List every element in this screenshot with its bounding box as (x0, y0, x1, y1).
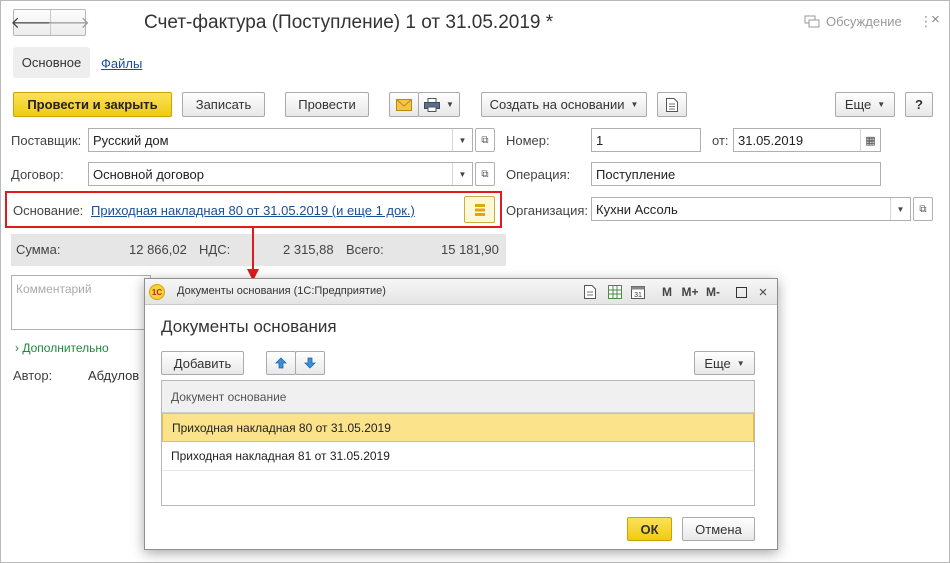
calendar-icon[interactable]: 31 (630, 283, 646, 301)
memory-minus-icon[interactable]: M- (704, 283, 722, 301)
printer-icon (424, 97, 441, 112)
author-label: Автор: (13, 368, 53, 383)
contract-label: Договор: (11, 167, 64, 182)
dialog-more-button[interactable]: Еще ▼ (694, 351, 755, 375)
list-icon (474, 203, 485, 216)
page-title: Счет-фактура (Поступление) 1 от 31.05.20… (144, 12, 554, 33)
operation-label: Операция: (506, 167, 571, 182)
basis-label: Основание: (13, 203, 84, 218)
memory-plus-icon[interactable]: M+ (681, 283, 699, 301)
total-value: 15 181,90 (441, 242, 499, 257)
basis-link[interactable]: Приходная накладная 80 от 31.05.2019 (и … (91, 203, 415, 218)
create-based-on-button[interactable]: Создать на основании ▼ (481, 92, 647, 117)
dialog-titlebar: 1С Документы основания (1С:Предприятие) … (145, 279, 777, 305)
chevron-down-icon: ▼ (446, 100, 454, 109)
more-button[interactable]: Еще ▼ (835, 92, 895, 117)
spreadsheet-icon[interactable] (607, 283, 623, 301)
supplier-field[interactable]: Русский дом ▼ (88, 128, 473, 152)
tab-main[interactable]: Основное (13, 47, 90, 78)
contract-value: Основной договор (93, 166, 204, 182)
back-arrow-icon[interactable]: 🡐 (11, 10, 54, 35)
basis-documents-dialog: 1С Документы основания (1С:Предприятие) … (144, 278, 778, 550)
sum-label: Сумма: (16, 242, 61, 257)
basis-list-button[interactable] (464, 196, 495, 223)
main-window: 🡐 🡒 Счет-фактура (Поступление) 1 от 31.0… (0, 0, 950, 563)
number-field[interactable]: 1 (591, 128, 701, 152)
cancel-button[interactable]: Отмена (682, 517, 755, 541)
table-row[interactable]: Приходная накладная 81 от 31.05.2019 (162, 442, 754, 471)
open-contract-icon[interactable]: ⧉ (475, 162, 495, 186)
dialog-more-label: Еще (704, 355, 731, 371)
comment-placeholder: Комментарий (16, 282, 92, 296)
organization-label: Организация: (506, 203, 589, 218)
close-icon[interactable]: × (756, 283, 770, 301)
supplier-label: Поставщик: (11, 133, 82, 148)
date-value: 31.05.2019 (738, 132, 804, 148)
save-button[interactable]: Записать (182, 92, 265, 117)
create-based-on-label: Создать на основании (489, 97, 625, 112)
organization-value: Кухни Ассоль (596, 201, 678, 217)
post-and-close-button[interactable]: Провести и закрыть (13, 92, 172, 117)
envelope-icon (396, 98, 412, 111)
arrow-down-icon (304, 357, 316, 369)
date-field[interactable]: 31.05.2019 ▦ (733, 128, 881, 152)
date-label: от: (712, 133, 729, 148)
total-label: Всего: (346, 242, 384, 257)
contract-field[interactable]: Основной договор ▼ (88, 162, 473, 186)
calendar-icon[interactable]: ▦ (860, 129, 880, 151)
open-supplier-icon[interactable]: ⧉ (475, 128, 495, 152)
dialog-window-title: Документы основания (1С:Предприятие) (177, 285, 386, 297)
additional-section-toggle[interactable]: › Дополнительно (15, 341, 109, 355)
discussion-label: Обсуждение (826, 14, 902, 29)
chat-icon (804, 15, 820, 27)
document-icon[interactable] (582, 283, 598, 301)
vat-value: 2 315,88 (283, 242, 334, 257)
arrow-up-icon (275, 357, 287, 369)
maximize-icon[interactable] (734, 283, 748, 301)
close-icon[interactable]: × (931, 11, 940, 28)
additional-label: Дополнительно (22, 341, 109, 355)
column-header[interactable]: Документ основание (162, 381, 754, 413)
chevron-down-icon: ▼ (877, 100, 886, 109)
move-down-button[interactable] (295, 351, 325, 375)
sum-value: 12 866,02 (129, 242, 187, 257)
svg-text:31: 31 (634, 292, 642, 299)
vat-label: НДС: (199, 242, 231, 257)
move-up-button[interactable] (266, 351, 296, 375)
more-label: Еще (844, 97, 872, 112)
basis-documents-table: Документ основание Приходная накладная 8… (161, 380, 755, 506)
dialog-heading: Документы основания (161, 317, 337, 336)
arrow-down-icon (247, 227, 259, 281)
number-value: 1 (596, 132, 604, 148)
post-button[interactable]: Провести (285, 92, 369, 117)
supplier-value: Русский дом (93, 132, 169, 148)
chevron-down-icon[interactable]: ▼ (452, 163, 472, 185)
chevron-right-icon: › (15, 341, 19, 355)
add-button[interactable]: Добавить (161, 351, 244, 375)
number-label: Номер: (506, 133, 550, 148)
email-button[interactable] (389, 92, 419, 117)
discussion-button[interactable]: Обсуждение (804, 14, 902, 29)
organization-field[interactable]: Кухни Ассоль ▼ (591, 197, 911, 221)
ok-button[interactable]: ОК (627, 517, 672, 541)
report-button[interactable] (657, 92, 687, 117)
open-organization-icon[interactable]: ⧉ (913, 197, 933, 221)
nav-buttons: 🡐 🡒 (11, 9, 90, 36)
chevron-down-icon[interactable]: ▼ (890, 198, 910, 220)
chevron-down-icon[interactable]: ▼ (452, 129, 472, 151)
print-button[interactable]: ▼ (418, 92, 460, 117)
comment-field[interactable]: Комментарий (11, 275, 151, 330)
memory-icon[interactable]: M (661, 283, 673, 301)
forward-arrow-icon[interactable]: 🡒 (47, 10, 90, 35)
operation-field: Поступление (591, 162, 881, 186)
chevron-down-icon: ▼ (736, 358, 745, 368)
help-button[interactable]: ? (905, 92, 933, 117)
table-row[interactable]: Приходная накладная 80 от 31.05.2019 (162, 413, 754, 442)
document-icon (666, 97, 678, 112)
1c-logo-icon: 1С (149, 284, 165, 300)
author-value: Абдулов (88, 368, 140, 383)
operation-value: Поступление (596, 166, 676, 182)
tab-files[interactable]: Файлы (101, 56, 142, 71)
chevron-down-icon: ▼ (630, 100, 639, 109)
